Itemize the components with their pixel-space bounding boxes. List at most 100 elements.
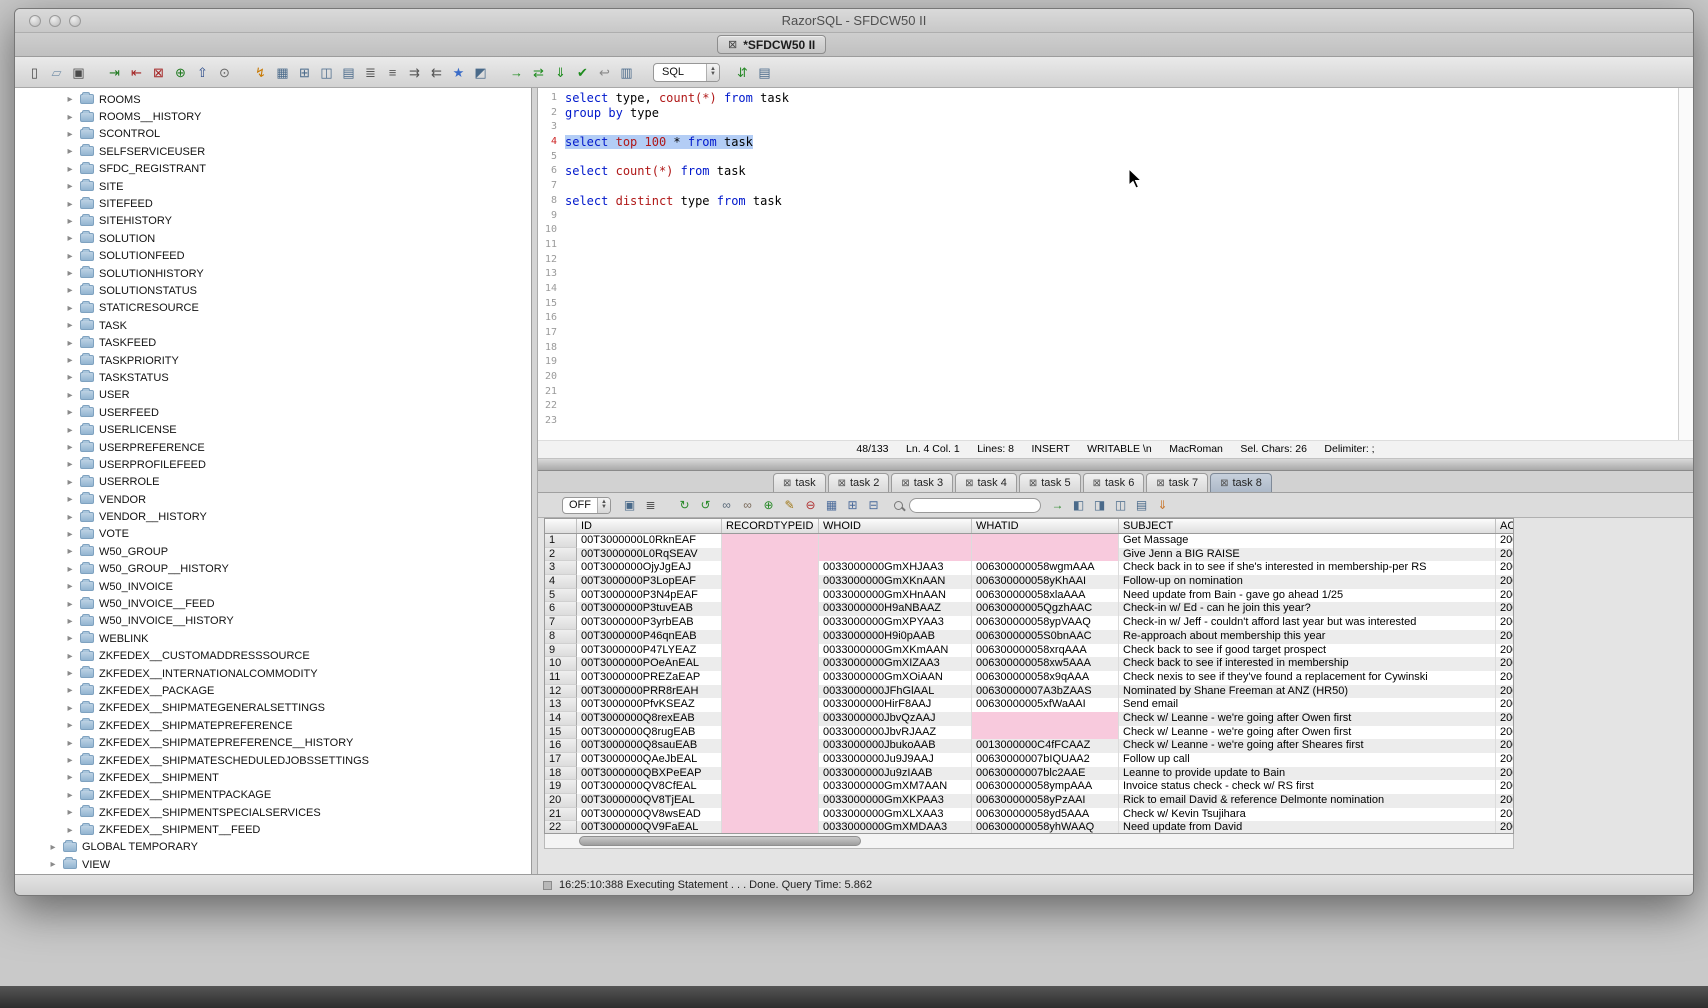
disclosure-triangle-icon[interactable]: ▸ [48, 859, 58, 870]
table-row[interactable]: 800T3000000P46qnEAB0033000000H9i0pAAB006… [545, 630, 1513, 644]
download-icon[interactable]: ⇓ [1154, 497, 1171, 514]
outdent-icon[interactable]: ⇇ [427, 63, 446, 82]
result-tab[interactable]: ⊠task 7 [1146, 473, 1208, 492]
insert-row-icon[interactable]: ⊕ [760, 497, 777, 514]
export-list-icon[interactable]: ▤ [1133, 497, 1150, 514]
table-row[interactable]: 700T3000000P3yrbEAB0033000000GmXPYAA3006… [545, 616, 1513, 630]
tree-item[interactable]: ▸TASKPRIORITY [15, 352, 531, 369]
tree-item[interactable]: ▸W50_INVOICE__FEED [15, 595, 531, 612]
go-icon[interactable]: → [1049, 497, 1066, 514]
disclosure-triangle-icon[interactable]: ▸ [65, 546, 75, 557]
column-header[interactable]: RECORDTYPEID [722, 519, 819, 533]
new-file-icon[interactable]: ▯ [25, 63, 44, 82]
refresh-icon[interactable]: ⇵ [733, 63, 752, 82]
execute-lightning-icon[interactable]: ↯ [251, 63, 270, 82]
table-row[interactable]: 1500T3000000Q8rugEAB0033000000JbvRJAAZCh… [545, 726, 1513, 740]
table-row[interactable]: 1300T3000000PfvKSEAZ0033000000HirF8AAJ00… [545, 698, 1513, 712]
minimize-window-button[interactable] [49, 15, 61, 27]
tree-item[interactable]: ▸SELFSERVICEUSER [15, 143, 531, 160]
tree-item[interactable]: ▸SCONTROL [15, 126, 531, 143]
row-limit-stepper-icon[interactable]: ▲▼ [597, 498, 610, 513]
link-alt-icon[interactable]: ∞ [739, 497, 756, 514]
delete-icon[interactable]: ⊠ [149, 63, 168, 82]
tab-close-icon[interactable]: ⊠ [1029, 478, 1037, 489]
save-icon[interactable]: ▣ [69, 63, 88, 82]
export-copy-icon[interactable]: ◨ [1091, 497, 1108, 514]
table-row[interactable]: 2000T3000000QV8TjEAL0033000000GmXKPAA300… [545, 794, 1513, 808]
zoom-window-button[interactable] [69, 15, 81, 27]
link-icon[interactable]: ∞ [718, 497, 735, 514]
disclosure-triangle-icon[interactable]: ▸ [65, 199, 75, 210]
connection-tab[interactable]: ⊠ *SFDCW50 II [717, 35, 826, 54]
result-tab[interactable]: ⊠task 6 [1083, 473, 1145, 492]
tree-item[interactable]: ▸SOLUTION [15, 230, 531, 247]
tree-item[interactable]: ▸ROOMS__HISTORY [15, 108, 531, 125]
titlebar[interactable]: RazorSQL - SFDCW50 II [15, 9, 1693, 33]
indent-icon[interactable]: ⇉ [405, 63, 424, 82]
tree-item[interactable]: ▸VENDOR [15, 491, 531, 508]
horizontal-splitter[interactable] [538, 458, 1693, 471]
save-results-icon[interactable]: ▣ [621, 497, 638, 514]
table-row[interactable]: 1600T3000000Q8sauEAB0033000000JbukoAAB00… [545, 739, 1513, 753]
search-input[interactable] [909, 498, 1041, 513]
refresh-back-icon[interactable]: ↺ [697, 497, 714, 514]
tab-close-icon[interactable]: ⊠ [901, 478, 909, 489]
column-header[interactable]: AC [1496, 519, 1514, 533]
tree-item[interactable]: ▸USERFEED [15, 404, 531, 421]
tree-item[interactable]: ▸W50_INVOICE__HISTORY [15, 613, 531, 630]
describe-icon[interactable]: ▤ [755, 63, 774, 82]
tree-item[interactable]: ▸ZKFEDEX__CUSTOMADDRESSSOURCE [15, 648, 531, 665]
edit-row-icon[interactable]: ✎ [781, 497, 798, 514]
disclosure-triangle-icon[interactable]: ▸ [65, 338, 75, 349]
table-row[interactable]: 200T3000000L0RqSEAVGive Jenn a BIG RAISE… [545, 548, 1513, 562]
tree-item[interactable]: ▸SFDC_REGISTRANT [15, 161, 531, 178]
tree-item[interactable]: ▸ZKFEDEX__SHIPMATEGENERALSETTINGS [15, 700, 531, 717]
close-window-button[interactable] [29, 15, 41, 27]
result-tab[interactable]: ⊠task 8 [1210, 473, 1272, 492]
disclosure-triangle-icon[interactable]: ▸ [65, 181, 75, 192]
tree-item[interactable]: ▸GLOBAL TEMPORARY [15, 839, 531, 856]
disclosure-triangle-icon[interactable]: ▸ [65, 564, 75, 575]
combo-stepper-icon[interactable]: ▲▼ [706, 64, 719, 81]
disclosure-triangle-icon[interactable]: ▸ [65, 425, 75, 436]
disclosure-triangle-icon[interactable]: ▸ [65, 112, 75, 123]
favorites-star-icon[interactable]: ★ [449, 63, 468, 82]
disclosure-triangle-icon[interactable]: ▸ [65, 529, 75, 540]
disclosure-triangle-icon[interactable]: ▸ [65, 285, 75, 296]
tree-item[interactable]: ▸ZKFEDEX__PACKAGE [15, 682, 531, 699]
row-number-header[interactable] [545, 519, 577, 533]
disclosure-triangle-icon[interactable]: ▸ [65, 616, 75, 627]
result-tab[interactable]: ⊠task [773, 473, 826, 492]
tab-close-icon[interactable]: ⊠ [783, 478, 791, 489]
table-row[interactable]: 1700T3000000QAeJbEAL0033000000Ju9J9AAJ00… [545, 753, 1513, 767]
grid-add-icon[interactable]: ⊞ [844, 497, 861, 514]
disclosure-triangle-icon[interactable]: ▸ [48, 842, 58, 853]
table-row[interactable]: 500T3000000P3N4pEAF0033000000GmXHnAAN006… [545, 589, 1513, 603]
table-row[interactable]: 1900T3000000QV8CfEAL0033000000GmXM7AAN00… [545, 780, 1513, 794]
table-row[interactable]: 1100T3000000PREZaEAP0033000000GmXOiAAN00… [545, 671, 1513, 685]
tree-item[interactable]: ▸ZKFEDEX__SHIPMENTPACKAGE [15, 787, 531, 804]
disclosure-triangle-icon[interactable]: ▸ [65, 320, 75, 331]
tree-item[interactable]: ▸SITEFEED [15, 195, 531, 212]
disclosure-triangle-icon[interactable]: ▸ [65, 494, 75, 505]
disclosure-triangle-icon[interactable]: ▸ [65, 355, 75, 366]
tree-item[interactable]: ▸SITEHISTORY [15, 213, 531, 230]
database-tree-panel[interactable]: ▸ROOMS▸ROOMS__HISTORY▸SCONTROL▸SELFSERVI… [15, 88, 532, 874]
tree-item[interactable]: ▸USERROLE [15, 474, 531, 491]
open-file-icon[interactable]: ▱ [47, 63, 66, 82]
tree-item[interactable]: ▸USERLICENSE [15, 421, 531, 438]
tab-close-icon[interactable]: ⊠ [1220, 478, 1228, 489]
table-row[interactable]: 2200T3000000QV9FaEAL0033000000GmXMDAA300… [545, 821, 1513, 834]
table-row[interactable]: 1200T3000000PRR8rEAH0033000000JFhGlAAL00… [545, 685, 1513, 699]
disclosure-triangle-icon[interactable]: ▸ [65, 581, 75, 592]
export-page-icon[interactable]: ◧ [1070, 497, 1087, 514]
results-horizontal-scrollbar[interactable] [544, 834, 1514, 849]
table-row[interactable]: 400T3000000P3LopEAF0033000000GmXKnAAN006… [545, 575, 1513, 589]
disclosure-triangle-icon[interactable]: ▸ [65, 477, 75, 488]
export-file-icon[interactable]: ◫ [1112, 497, 1129, 514]
tree-item[interactable]: ▸USERPROFILEFEED [15, 456, 531, 473]
tab-close-icon[interactable]: ⊠ [1156, 478, 1164, 489]
delete-row-icon[interactable]: ⊖ [802, 497, 819, 514]
tree-item[interactable]: ▸USERPREFERENCE [15, 439, 531, 456]
tree-item[interactable]: ▸USER [15, 387, 531, 404]
